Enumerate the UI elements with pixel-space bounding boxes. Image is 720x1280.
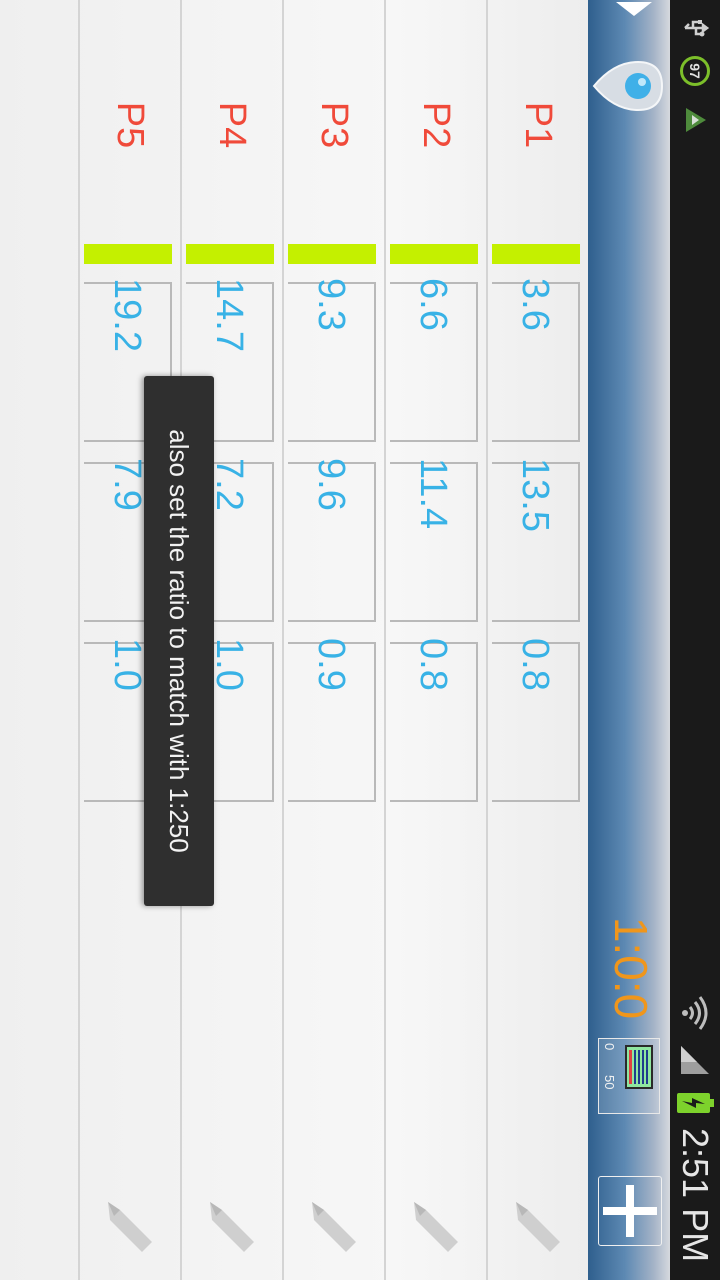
value-text: 0.8 <box>514 638 557 691</box>
value-text: 1.0 <box>106 638 149 691</box>
value-text: 7.9 <box>106 458 149 511</box>
value-field-1[interactable]: 9.3 <box>288 278 376 442</box>
value-text: 14.7 <box>208 278 251 352</box>
value-text: 19.2 <box>106 278 149 352</box>
value-text: 3.6 <box>514 278 557 331</box>
mini-chart-max-label: 50 <box>602 1075 617 1090</box>
plus-icon <box>603 1185 657 1237</box>
accent-bar <box>186 244 274 264</box>
row-name: P5 <box>109 101 152 149</box>
value-field-1[interactable]: 3.6 <box>492 278 580 442</box>
signal-icon <box>670 1040 720 1080</box>
row-name: P1 <box>517 101 560 149</box>
value-field-3[interactable]: 0.8 <box>390 638 478 802</box>
edit-pencil-icon[interactable] <box>404 1196 468 1260</box>
value-field-3[interactable]: 0.9 <box>288 638 376 802</box>
value-field-3[interactable]: 0.8 <box>492 638 580 802</box>
accent-bar <box>492 244 580 264</box>
row-name: P4 <box>211 101 254 149</box>
value-text: 0.9 <box>310 638 353 691</box>
status-bar: 97 2:51 PM <box>670 0 720 1280</box>
edit-pencil-icon[interactable] <box>200 1196 264 1260</box>
app-screen: 97 2:51 PM 1:0:0 0 50 P1 3.6 13.5 0.8 P2… <box>0 0 720 1280</box>
value-field-2[interactable]: 13.5 <box>492 458 580 622</box>
value-text: 9.3 <box>310 278 353 331</box>
value-field-2[interactable]: 11.4 <box>390 458 478 622</box>
value-text: 6.6 <box>412 278 455 331</box>
mini-chart-screen <box>625 1045 653 1089</box>
value-text: 13.5 <box>514 458 557 532</box>
value-text: 9.6 <box>310 458 353 511</box>
battery-charging-icon <box>670 1088 720 1118</box>
accent-bar <box>390 244 478 264</box>
row-name: P2 <box>415 101 458 149</box>
value-text: 11.4 <box>412 458 455 530</box>
overflow-caret-icon[interactable] <box>614 0 654 20</box>
timer-display: 1:0:0 <box>605 916 657 1020</box>
wifi-icon <box>670 990 720 1036</box>
list-item[interactable]: P3 9.3 9.6 0.9 <box>282 0 384 1280</box>
value-field-1[interactable]: 6.6 <box>390 278 478 442</box>
toast-message: also set the ratio to match with 1:250 <box>144 376 214 906</box>
location-pin-icon[interactable] <box>592 48 668 124</box>
row-name: P3 <box>313 101 356 149</box>
notification-badge: 97 <box>680 56 710 86</box>
usb-icon <box>670 8 720 48</box>
mini-chart-button[interactable]: 0 50 <box>598 1038 660 1114</box>
status-time: 2:51 PM <box>675 1128 716 1263</box>
app-notification-icon <box>670 100 720 140</box>
edit-pencil-icon[interactable] <box>506 1196 570 1260</box>
value-text: 0.8 <box>412 638 455 691</box>
mini-chart-min-label: 0 <box>602 1043 617 1051</box>
list-item[interactable]: P1 3.6 13.5 0.8 <box>486 0 588 1280</box>
add-button[interactable] <box>598 1176 662 1246</box>
notification-97-icon: 97 <box>670 56 720 86</box>
action-bar: 1:0:0 0 50 <box>588 0 670 1280</box>
profile-list: P1 3.6 13.5 0.8 P2 6.6 11.4 0.8 P3 9.3 9… <box>0 0 588 1280</box>
edit-pencil-icon[interactable] <box>98 1196 162 1260</box>
value-field-2[interactable]: 9.6 <box>288 458 376 622</box>
accent-bar <box>84 244 172 264</box>
accent-bar <box>288 244 376 264</box>
list-item[interactable]: P2 6.6 11.4 0.8 <box>384 0 486 1280</box>
edit-pencil-icon[interactable] <box>302 1196 366 1260</box>
